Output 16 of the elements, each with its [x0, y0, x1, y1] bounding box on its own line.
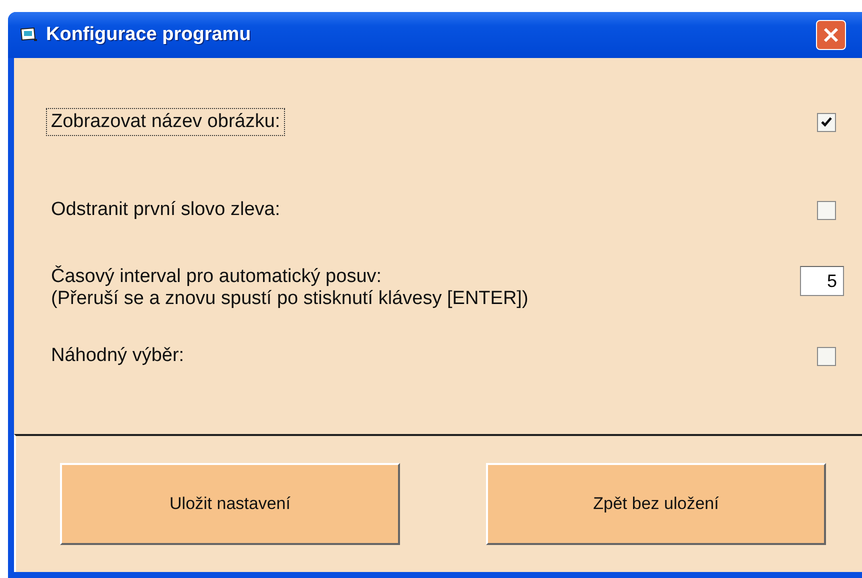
- setting-label: Zobrazovat název obrázku:: [46, 108, 286, 136]
- check-icon: [821, 117, 832, 127]
- window-title: Konfigurace programu: [46, 24, 252, 46]
- setting-note: (Přeruší se a znovu spustí po stisknutí klávesy [ENTER]): [51, 288, 528, 310]
- setting-label: Odstranit první slovo zleva:: [50, 198, 282, 222]
- checkbox[interactable]: [817, 112, 836, 132]
- setting-label: Náhodný výběr:: [50, 344, 186, 368]
- dialog-button[interactable]: Uložit nastavení: [60, 463, 400, 545]
- close-icon: [822, 26, 840, 44]
- app-icon: [20, 27, 38, 43]
- interval-field[interactable]: 5: [800, 266, 844, 296]
- checkbox[interactable]: [817, 346, 836, 366]
- dialog-button[interactable]: Zpět bez uložení: [486, 463, 826, 545]
- close-button[interactable]: [816, 20, 846, 50]
- checkbox[interactable]: [817, 200, 836, 220]
- setting-label: Časový interval pro automatický posuv:: [51, 266, 383, 288]
